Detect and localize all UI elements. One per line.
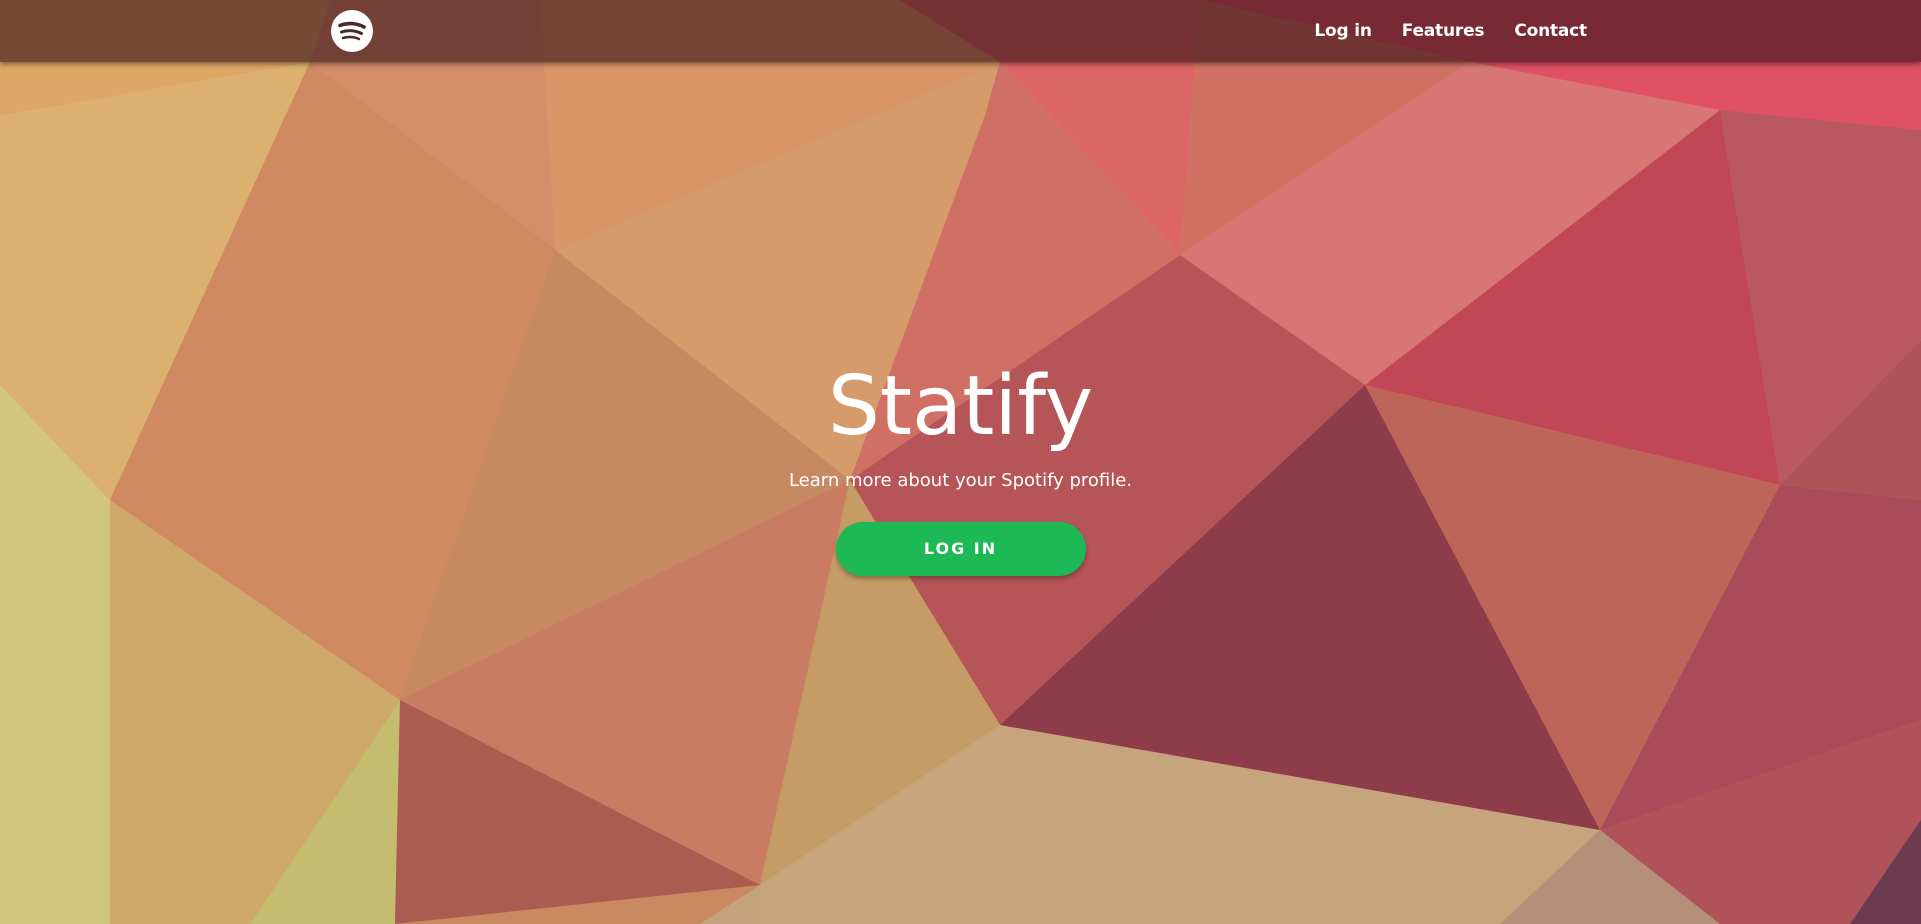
hero-subtitle: Learn more about your Spotify profile. (788, 470, 1133, 491)
nav-link-log-in[interactable]: Log in (1314, 21, 1372, 41)
nav-link-features[interactable]: Features (1402, 21, 1485, 41)
log-in-button[interactable]: LOG IN (835, 522, 1086, 576)
spotify-icon[interactable] (331, 10, 373, 52)
nav-link-contact[interactable]: Contact (1514, 21, 1587, 41)
hero-section: Statify Learn more about your Spotify pr… (0, 352, 1921, 576)
hero-title: Statify (827, 359, 1094, 454)
landing-page: Log in Features Contact Statify Learn mo… (0, 0, 1921, 924)
top-navbar: Log in Features Contact (0, 0, 1921, 62)
nav-links: Log in Features Contact (1314, 0, 1587, 62)
